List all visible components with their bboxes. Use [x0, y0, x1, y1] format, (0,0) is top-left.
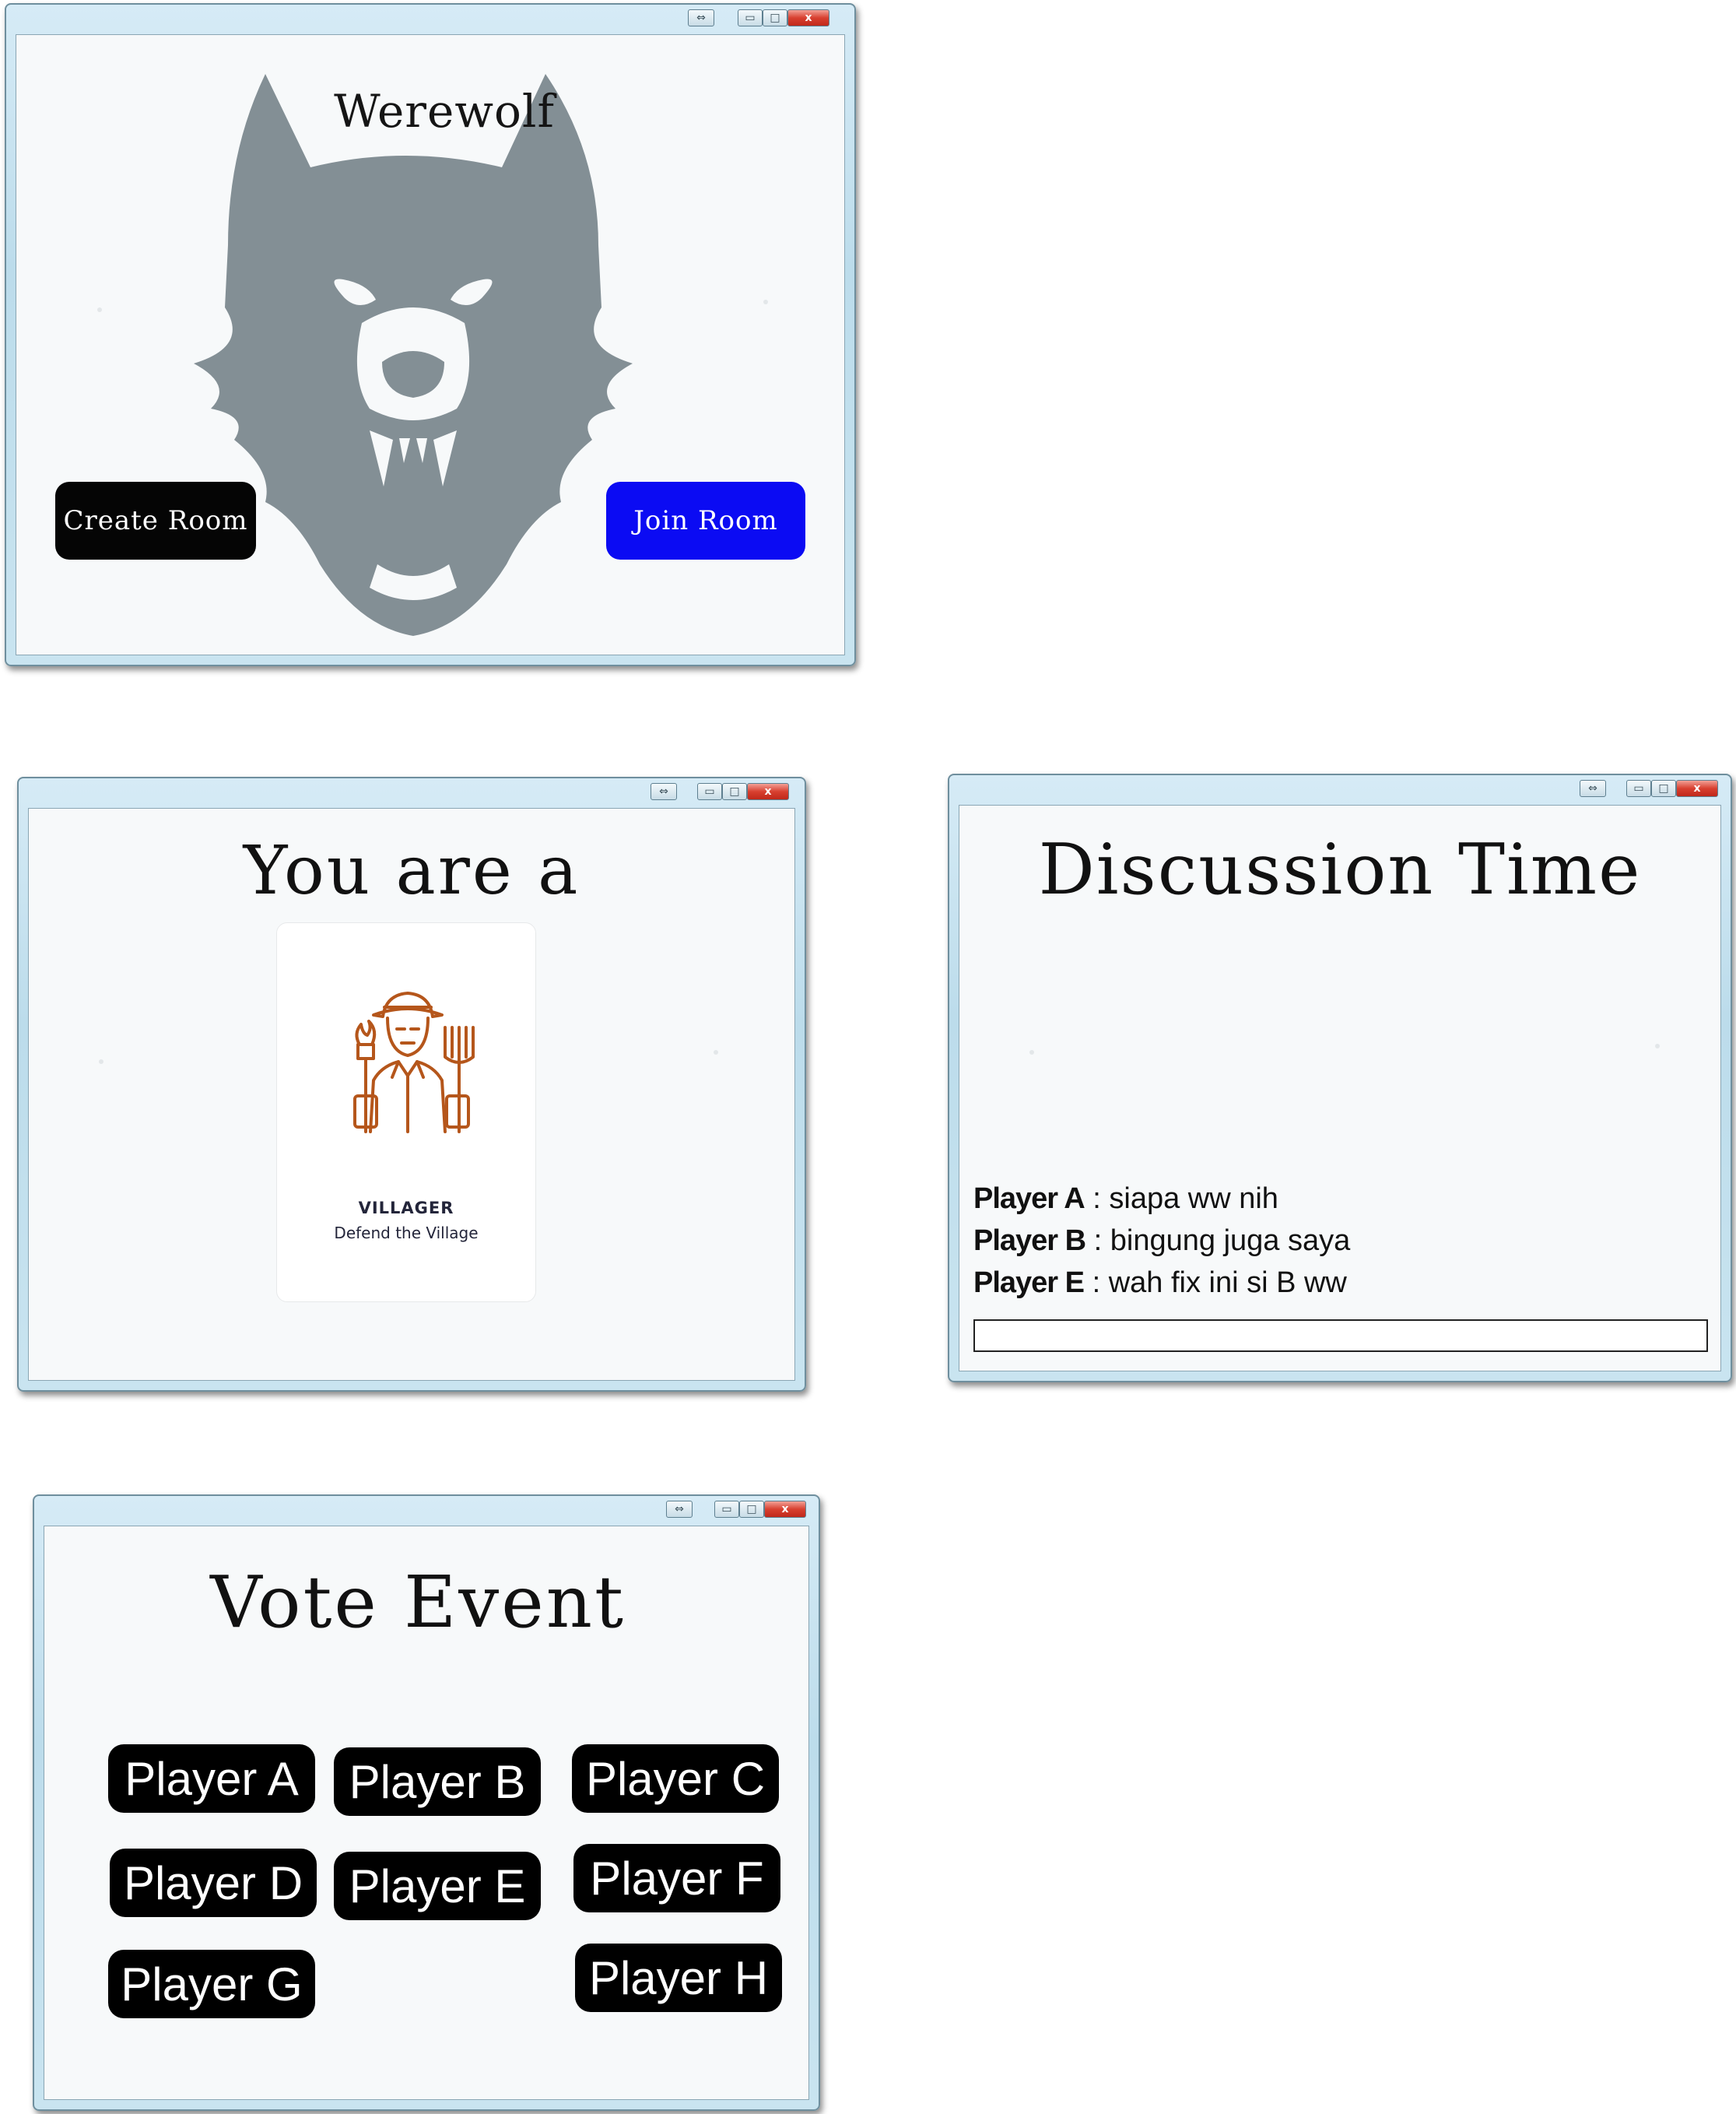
close-button[interactable]: x [764, 1501, 806, 1518]
vote-title: Vote Event [210, 1561, 626, 1644]
background-speck [763, 300, 768, 304]
role-card: VILLAGER Defend the Village [276, 922, 536, 1302]
chat-log: Player A : siapa ww nih Player B : bingu… [973, 1178, 1350, 1304]
minimize-button[interactable]: ▭ [1626, 780, 1651, 797]
vote-player-f-button[interactable]: Player F [573, 1844, 780, 1912]
role-name: VILLAGER [358, 1199, 454, 1217]
minimize-button[interactable]: ▭ [697, 783, 722, 800]
background-speck [714, 1050, 718, 1055]
chat-input[interactable] [973, 1319, 1708, 1352]
chat-text: siapa ww nih [1109, 1182, 1278, 1215]
werewolf-head-logo [194, 74, 633, 636]
discussion-window: ⇔ ▭ □ x Discussion Time Player A : siapa… [948, 774, 1732, 1382]
vote-player-h-button[interactable]: Player H [575, 1944, 782, 2012]
background-speck [1029, 1050, 1034, 1055]
vote-player-b-button[interactable]: Player B [334, 1747, 541, 1816]
chat-text: bingung juga saya [1110, 1224, 1351, 1257]
discussion-content: Discussion Time Player A : siapa ww nih … [959, 805, 1721, 1371]
vote-window: ⇔ ▭ □ x Vote Event Player A Player B Pla… [33, 1494, 820, 2111]
restore-icon[interactable]: ⇔ [666, 1501, 693, 1518]
join-room-button[interactable]: Join Room [606, 482, 805, 560]
create-room-button[interactable]: Create Room [55, 482, 256, 560]
role-reveal-title: You are a [243, 832, 580, 910]
role-reveal-content: You are a VILLAGER Defend the Village [28, 808, 795, 1381]
close-button[interactable]: x [787, 9, 829, 26]
vote-player-a-button[interactable]: Player A [108, 1744, 315, 1813]
minimize-button[interactable]: ▭ [714, 1501, 739, 1518]
maximize-button[interactable]: □ [1651, 780, 1676, 797]
close-button[interactable]: x [1676, 780, 1718, 797]
title-bar[interactable]: ⇔ ▭ □ x [6, 5, 854, 31]
chat-message: Player A : siapa ww nih [973, 1182, 1278, 1215]
background-speck [1655, 1044, 1660, 1048]
restore-icon[interactable]: ⇔ [651, 783, 677, 800]
close-button[interactable]: x [747, 783, 789, 800]
chat-message: Player E : wah fix ini si B ww [973, 1266, 1347, 1299]
role-reveal-window: ⇔ ▭ □ x You are a VILLAGER Defend the Vi… [17, 777, 806, 1392]
maximize-button[interactable]: □ [763, 9, 787, 26]
game-title: Werewolf [334, 85, 555, 138]
background-speck [99, 1059, 103, 1064]
chat-text: wah fix ini si B ww [1108, 1266, 1347, 1299]
vote-player-e-button[interactable]: Player E [334, 1852, 541, 1920]
title-bar[interactable]: ⇔ ▭ □ x [34, 1496, 819, 1522]
role-description: Defend the Village [334, 1224, 479, 1242]
vote-player-c-button[interactable]: Player C [572, 1744, 779, 1813]
vote-content: Vote Event Player A Player B Player C Pl… [44, 1526, 809, 2100]
farmer-icon [353, 992, 475, 1133]
discussion-title: Discussion Time [1038, 829, 1642, 911]
chat-sender: Player B [973, 1224, 1086, 1257]
background-speck [97, 307, 102, 312]
vote-player-g-button[interactable]: Player G [108, 1950, 315, 2018]
chat-sender: Player E [973, 1266, 1085, 1299]
title-bar[interactable]: ⇔ ▭ □ x [949, 775, 1731, 802]
chat-message: Player B : bingung juga saya [973, 1224, 1351, 1257]
restore-icon[interactable]: ⇔ [1580, 780, 1606, 797]
maximize-button[interactable]: □ [722, 783, 747, 800]
restore-icon[interactable]: ⇔ [688, 9, 714, 26]
maximize-button[interactable]: □ [739, 1501, 764, 1518]
main-menu-window: ⇔ ▭ □ x Werewolf Create Room Join Room [5, 3, 856, 666]
vote-player-d-button[interactable]: Player D [110, 1849, 317, 1917]
minimize-button[interactable]: ▭ [738, 9, 763, 26]
title-bar[interactable]: ⇔ ▭ □ x [19, 778, 805, 805]
main-menu-content: Werewolf Create Room Join Room [16, 34, 845, 655]
chat-sender: Player A [973, 1182, 1085, 1215]
